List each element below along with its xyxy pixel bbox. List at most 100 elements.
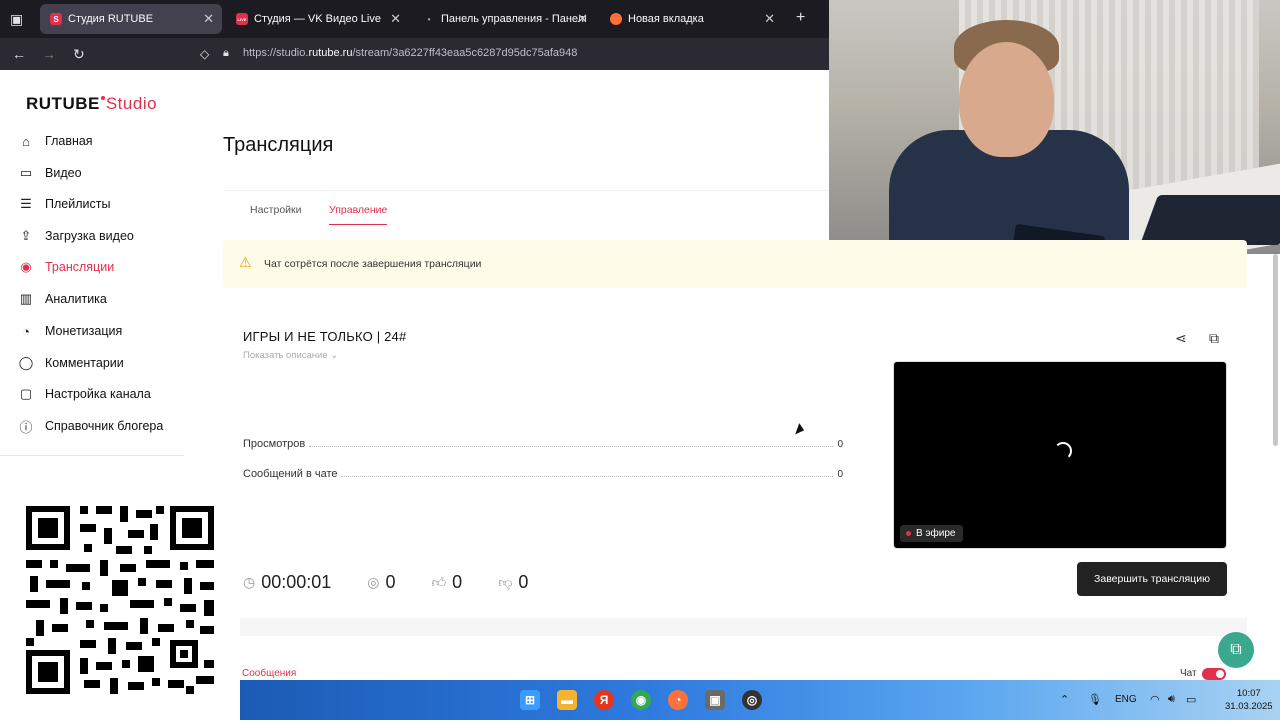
show-description-label: Показать описание xyxy=(243,350,328,361)
chat-toggle-label: Чат xyxy=(1180,668,1197,679)
stat-label: Сообщений в чате xyxy=(243,468,338,480)
lock-icon[interactable]: 🔒︎ xyxy=(223,47,229,60)
sidebar-item-home[interactable]: ⌂ Главная xyxy=(18,130,93,152)
dotted-leader xyxy=(309,446,834,447)
qr-code-icon xyxy=(0,480,240,720)
stat-value: 0 xyxy=(837,469,843,480)
panel-favicon-icon: • xyxy=(427,14,431,24)
browser-url-bar: ← → ↻ ◇ 🔒︎ https://studio.rutube.ru/stre… xyxy=(0,38,830,70)
clock[interactable]: 10:07 31.03.2025 xyxy=(1225,687,1273,713)
share-icon[interactable]: ⋖ xyxy=(1175,330,1187,347)
upload-icon: ⇪ xyxy=(20,228,32,243)
shield-icon[interactable]: ◇ xyxy=(200,47,209,61)
browser-tab-new-tab[interactable]: Новая вкладка ✕ xyxy=(600,4,783,34)
tab-settings[interactable]: Настройки xyxy=(250,204,302,216)
thumbs-down-icon: 👎︎ xyxy=(498,574,513,590)
close-tab-icon[interactable]: ✕ xyxy=(390,11,401,27)
language-indicator[interactable]: ENG xyxy=(1115,694,1137,705)
microphone-icon[interactable]: 🎙︎ xyxy=(1088,693,1102,706)
dislikes-value: 0 xyxy=(518,572,529,592)
messages-section-title: Сообщения xyxy=(242,668,297,679)
chrome-icon[interactable]: ◉ xyxy=(631,690,651,710)
browser-tab-vk-video[interactable]: LIVE Студия — VK Видео Live ✕ xyxy=(226,4,409,34)
external-link-icon[interactable]: ⧉ xyxy=(1209,330,1219,347)
viewers-icon: ◎ xyxy=(367,574,380,590)
obs-icon[interactable]: ◎ xyxy=(742,690,762,710)
forward-icon[interactable]: → xyxy=(42,46,56,62)
close-tab-icon[interactable]: ✕ xyxy=(577,11,588,27)
url-domain: rutube.ru xyxy=(308,47,353,59)
back-icon[interactable]: ← xyxy=(12,46,26,62)
stat-label: Просмотров xyxy=(243,438,306,450)
rutube-studio-logo[interactable]: RUTUBE Studio xyxy=(26,94,157,114)
logo-dot-icon xyxy=(100,96,105,100)
url-prefix: https://studio. xyxy=(243,47,309,59)
page-scrollbar[interactable] xyxy=(1273,254,1278,446)
app-window-icon[interactable]: ▣ xyxy=(705,690,725,710)
file-explorer-icon[interactable]: ▬ xyxy=(557,690,577,710)
stream-preview-player[interactable]: В эфире xyxy=(893,361,1227,549)
close-tab-icon[interactable]: ✕ xyxy=(203,11,214,27)
tab-list-icon[interactable]: ▣ xyxy=(10,11,23,28)
qr-code-overlay xyxy=(0,480,240,720)
sidebar-item-broadcasts[interactable]: ◉ Трансляции xyxy=(18,256,114,278)
sidebar-item-handbook[interactable]: ⓘ Справочник блогера xyxy=(18,415,163,437)
vk-live-favicon-icon: LIVE xyxy=(236,13,248,25)
tab-label: Панель управления - Панель у xyxy=(441,13,586,25)
volume-icon[interactable]: 🔊︎ xyxy=(1168,693,1175,706)
end-broadcast-button[interactable]: Завершить трансляцию xyxy=(1077,562,1227,596)
clock-date: 31.03.2025 xyxy=(1225,701,1273,712)
stream-card: ИГРЫ И НЕ ТОЛЬКО | 24# Показать описание… xyxy=(223,308,1247,618)
monetization-icon: ◔ xyxy=(22,323,30,339)
sidebar-item-comments[interactable]: ◯ Комментарии xyxy=(18,352,124,374)
page-tabs: Настройки Управление xyxy=(223,190,829,230)
browser-tab-control-panel[interactable]: • Панель управления - Панель у ✕ xyxy=(413,4,596,34)
home-icon: ⌂ xyxy=(22,133,30,149)
sidebar-item-label: Загрузка видео xyxy=(45,229,134,243)
live-badge-label: В эфире xyxy=(916,528,956,539)
warning-icon: ⚠ xyxy=(239,254,252,270)
reload-icon[interactable]: ↻ xyxy=(73,46,85,63)
yandex-browser-icon[interactable]: Я xyxy=(594,690,614,710)
tab-management[interactable]: Управление xyxy=(329,204,388,225)
handbook-icon: ⓘ xyxy=(19,419,33,435)
start-icon[interactable]: ⊞ xyxy=(520,690,540,710)
sidebar-item-video[interactable]: ▭ Видео xyxy=(18,162,82,184)
tray-overflow-icon[interactable]: ⌃ xyxy=(1060,693,1069,706)
likes-value: 0 xyxy=(452,572,463,592)
likes-counter: 👍︎ 0 xyxy=(432,572,463,593)
close-tab-icon[interactable]: ✕ xyxy=(764,11,775,27)
tab-label: Новая вкладка xyxy=(628,13,704,25)
tab-label: Студия — VK Видео Live xyxy=(254,13,381,25)
chat-toggle[interactable] xyxy=(1202,668,1226,680)
wifi-icon[interactable]: ◠ xyxy=(1150,693,1160,706)
browser-tab-studio-rutube[interactable]: S Студия RUTUBE ✕ xyxy=(40,4,222,34)
sidebar-item-upload[interactable]: ⇪ Загрузка видео xyxy=(18,225,134,247)
timer-counter: ◷ 00:00:01 xyxy=(243,572,331,593)
sidebar-item-label: Настройка канала xyxy=(45,387,151,401)
broadcast-icon: ◉ xyxy=(20,259,32,274)
battery-icon[interactable]: ▭ xyxy=(1186,693,1196,706)
sidebar-item-channel-settings[interactable]: ▢ Настройка канала xyxy=(18,383,151,405)
sidebar-item-analytics[interactable]: ▥ Аналитика xyxy=(18,288,107,310)
viewers-value: 0 xyxy=(385,572,396,592)
sidebar-item-label: Плейлисты xyxy=(45,197,111,211)
section-divider xyxy=(240,618,1247,636)
show-description-link[interactable]: Показать описание ⌄ xyxy=(243,350,338,361)
rutube-favicon-icon: S xyxy=(50,13,62,25)
video-icon: ▭ xyxy=(19,165,33,180)
firefox-icon[interactable]: ◔ xyxy=(668,690,688,710)
support-chat-button[interactable]: ⧉ xyxy=(1218,632,1254,668)
sidebar-item-monetization[interactable]: ◔ Монетизация xyxy=(18,320,122,342)
sidebar-item-label: Монетизация xyxy=(45,324,123,338)
new-tab-button[interactable]: + xyxy=(796,9,805,27)
sidebar-item-playlists[interactable]: ☰ Плейлисты xyxy=(18,193,110,215)
url-input[interactable]: https://studio.rutube.ru/stream/3a6227ff… xyxy=(243,47,577,59)
timer-value: 00:00:01 xyxy=(261,572,332,592)
analytics-icon: ▥ xyxy=(19,291,33,306)
sidebar-item-label: Трансляции xyxy=(45,260,115,274)
sidebar-divider xyxy=(0,455,184,456)
comments-icon: ◯ xyxy=(18,355,34,370)
sidebar-item-label: Главная xyxy=(45,134,93,148)
dislikes-counter: 👎︎ 0 xyxy=(498,572,528,593)
